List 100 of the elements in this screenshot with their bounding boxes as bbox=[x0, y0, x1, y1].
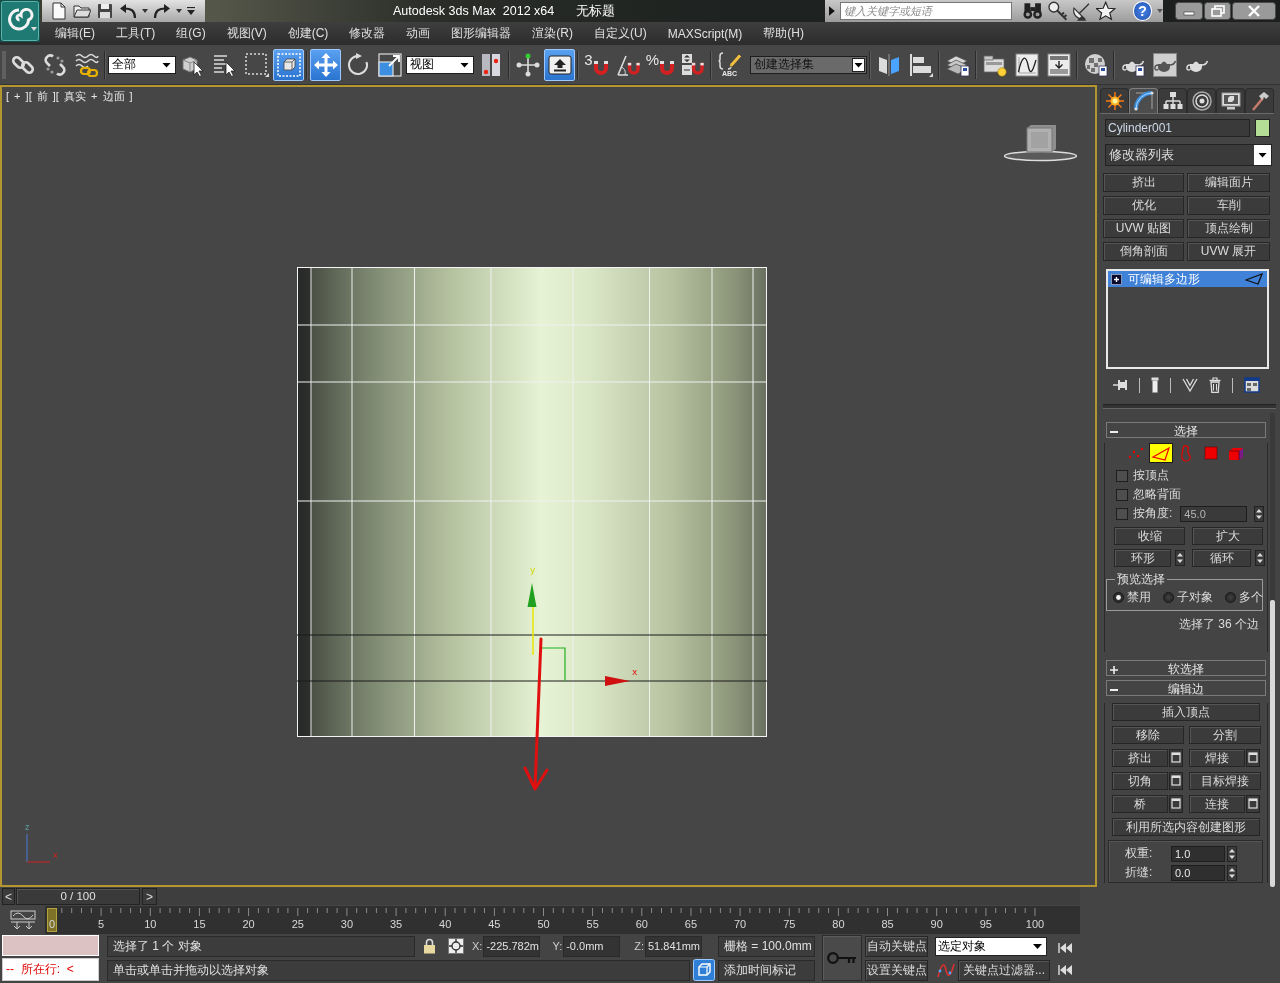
cylinder-front-view[interactable] bbox=[297, 267, 767, 737]
caret-icon[interactable] bbox=[1157, 9, 1163, 13]
tool-button[interactable]: 环形 bbox=[1114, 549, 1171, 567]
rollout-header[interactable]: 软选择 bbox=[1106, 660, 1266, 676]
plane-handle[interactable] bbox=[540, 647, 566, 682]
selection-filter-dropdown[interactable]: 全部 bbox=[108, 55, 176, 74]
viewport[interactable]: [ + ][ 前 ][ 真实 + 边面 ] y x z x bbox=[0, 85, 1097, 887]
color-swatch-icon[interactable] bbox=[1255, 119, 1270, 137]
panel-tab[interactable] bbox=[1245, 88, 1274, 113]
undo-icon[interactable] bbox=[119, 2, 137, 20]
window-icon[interactable] bbox=[1246, 795, 1260, 813]
window-icon[interactable] bbox=[1169, 749, 1183, 767]
scrollbar[interactable] bbox=[1270, 600, 1275, 887]
tool-button[interactable]: 目标焊接 bbox=[1189, 772, 1261, 790]
tool-button[interactable]: 循环 bbox=[1192, 549, 1251, 567]
menu-item[interactable]: 动画 bbox=[406, 25, 431, 42]
menu-item[interactable]: 修改器 bbox=[349, 25, 386, 42]
tube-icon[interactable] bbox=[1151, 377, 1159, 393]
percent-snap-button[interactable]: % bbox=[645, 48, 676, 81]
satellite-dish-icon[interactable] bbox=[1072, 1, 1092, 21]
x-axis-arrow[interactable] bbox=[605, 676, 630, 686]
save-icon[interactable] bbox=[96, 2, 114, 20]
tool-button[interactable]: 插入顶点 bbox=[1112, 703, 1260, 721]
modifier-button[interactable]: 顶点绘制 bbox=[1187, 219, 1270, 238]
panel-tab[interactable] bbox=[1100, 88, 1129, 113]
coordinate-system-dropdown[interactable]: 视图 bbox=[406, 55, 474, 74]
key-filters-button[interactable]: 关键点过滤器... bbox=[958, 959, 1050, 981]
modifier-button[interactable]: UVW 贴图 bbox=[1103, 219, 1184, 238]
skip-back-icon[interactable] bbox=[1058, 965, 1073, 975]
checkbox[interactable] bbox=[1116, 507, 1128, 520]
track-bar[interactable]: 0 5 10 15 20 25 30 35 40 45 50 55 60 65 70 75 80 85 90 95 100 bbox=[45, 906, 1080, 934]
panel-tab[interactable] bbox=[1216, 88, 1245, 113]
grid-window-icon[interactable] bbox=[1244, 377, 1260, 393]
page-icon[interactable] bbox=[50, 2, 68, 20]
spinner-icon[interactable] bbox=[1227, 864, 1237, 881]
tool-button[interactable]: 焊接 bbox=[1189, 749, 1245, 767]
viewport-label[interactable]: [ + ][ 前 ][ 真实 + 边面 ] bbox=[6, 89, 133, 104]
menu-item[interactable]: 自定义(U) bbox=[594, 25, 647, 42]
window-icon[interactable] bbox=[1169, 772, 1183, 790]
menu-item[interactable]: 渲染(R) bbox=[532, 25, 573, 42]
key-button[interactable] bbox=[822, 935, 862, 981]
tool-button[interactable]: 收缩 bbox=[1114, 527, 1185, 545]
cube-toggle-icon[interactable] bbox=[693, 959, 715, 981]
search-field[interactable]: 键入关键字或短语 bbox=[839, 2, 1013, 20]
spinner-icon[interactable] bbox=[1175, 550, 1185, 566]
skip-back-icon[interactable] bbox=[1058, 943, 1073, 953]
number-field[interactable]: 0.0 bbox=[1171, 864, 1225, 881]
tool-button[interactable]: 移除 bbox=[1112, 726, 1184, 744]
object-name-field[interactable]: Cylinder001 bbox=[1105, 119, 1250, 137]
window-icon[interactable] bbox=[1246, 749, 1260, 767]
pin-icon[interactable] bbox=[1112, 377, 1128, 393]
redo-icon[interactable] bbox=[153, 2, 171, 20]
lock-icon[interactable] bbox=[423, 938, 436, 954]
curve-icon[interactable] bbox=[937, 961, 955, 979]
menu-item[interactable]: 帮助(H) bbox=[763, 25, 804, 42]
tool-button[interactable]: 连接 bbox=[1189, 795, 1245, 813]
tool-button[interactable]: 分割 bbox=[1189, 726, 1261, 744]
key-mode-dropdown[interactable]: 选定对象 bbox=[935, 936, 1047, 956]
rollout-header[interactable]: 选择 bbox=[1106, 422, 1266, 438]
tool-button[interactable]: 利用所选内容创建图形 bbox=[1112, 818, 1260, 836]
modifier-button[interactable]: 编辑面片 bbox=[1187, 173, 1270, 192]
minimize-icon[interactable] bbox=[1175, 2, 1203, 20]
caret-icon[interactable] bbox=[142, 9, 148, 13]
coordinate-field[interactable]: -0.0mm bbox=[563, 935, 621, 957]
braces-pencil-icon[interactable] bbox=[717, 52, 742, 70]
view-cube[interactable] bbox=[1003, 122, 1078, 162]
tool-button[interactable]: 切角 bbox=[1112, 772, 1168, 790]
number-field[interactable]: 1.0 bbox=[1171, 845, 1225, 862]
folder-icon[interactable] bbox=[73, 2, 91, 20]
tool-button[interactable]: 挤出 bbox=[1112, 749, 1168, 767]
current-frame-marker[interactable]: 0 bbox=[47, 908, 57, 932]
triangle-icon[interactable] bbox=[829, 6, 835, 16]
triangle-icon[interactable] bbox=[1149, 443, 1173, 463]
restore-icon[interactable] bbox=[1204, 2, 1231, 20]
plus-box-icon[interactable] bbox=[1111, 273, 1122, 285]
time-tag-button[interactable]: 添加时间标记 bbox=[718, 959, 815, 981]
target-icon[interactable] bbox=[448, 938, 464, 954]
magnet-icon[interactable] bbox=[592, 59, 609, 76]
rollout-header[interactable]: 编辑边 bbox=[1106, 680, 1266, 696]
caret-icon[interactable] bbox=[176, 9, 182, 13]
close-icon[interactable] bbox=[1232, 2, 1276, 20]
magnet-icon[interactable] bbox=[659, 59, 676, 76]
y-axis-arrow[interactable] bbox=[527, 583, 537, 656]
spinner-icon[interactable] bbox=[1254, 505, 1265, 522]
star-icon[interactable] bbox=[1096, 1, 1116, 21]
help-button[interactable]: ? bbox=[1132, 1, 1153, 21]
modifier-button[interactable]: 车削 bbox=[1187, 196, 1270, 215]
curve-panel-icon[interactable] bbox=[9, 910, 36, 930]
radio-button[interactable] bbox=[1225, 591, 1236, 603]
radio-button[interactable] bbox=[1163, 591, 1174, 603]
spinner-icon[interactable] bbox=[1255, 550, 1265, 566]
trash-icon[interactable] bbox=[1209, 377, 1221, 393]
panel-tab[interactable] bbox=[1158, 88, 1187, 113]
next-frame-button[interactable]: > bbox=[142, 888, 157, 905]
modifier-list-dropdown[interactable]: 修改器列表 bbox=[1105, 144, 1272, 166]
menu-item[interactable]: 编辑(E) bbox=[55, 25, 95, 42]
app-logo-icon[interactable] bbox=[0, 0, 40, 42]
checkbox[interactable] bbox=[1116, 488, 1128, 501]
selection-set-field[interactable]: 创建选择集 bbox=[750, 55, 867, 74]
binoculars-icon[interactable] bbox=[1023, 2, 1043, 20]
